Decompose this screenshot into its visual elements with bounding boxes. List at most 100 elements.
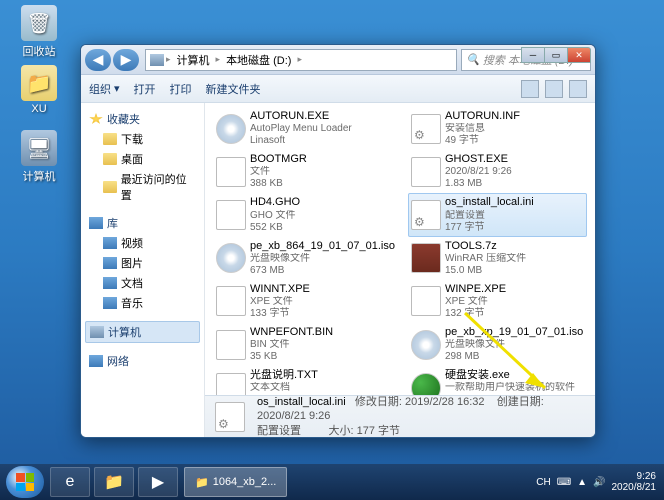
file-item[interactable]: HD4.GHO GHO 文件 552 KB bbox=[213, 193, 398, 236]
file-item[interactable]: AUTORUN.INF 安装信息 49 字节 bbox=[408, 107, 587, 150]
file-size: 133 字节 bbox=[250, 308, 395, 320]
nav-pictures[interactable]: 图片 bbox=[85, 253, 200, 273]
nav-network[interactable]: 网络 bbox=[85, 351, 200, 371]
file-desc: 配置设置 bbox=[445, 210, 584, 222]
taskbar-ie[interactable]: e bbox=[50, 467, 90, 497]
titlebar: ◀ ▶ ▸ 计算机 ▸ 本地磁盘 (D:) ▸ 🔍 搜索 本地磁盘 (D:) bbox=[81, 45, 595, 75]
file-item[interactable]: TOOLS.7z WinRAR 压缩文件 15.0 MB bbox=[408, 237, 587, 280]
file-desc: 一款帮助用户快速装机的软件 bbox=[445, 382, 584, 394]
file-size: 388 KB bbox=[250, 178, 395, 190]
file-desc: WinRAR 压缩文件 bbox=[445, 253, 584, 265]
file-size: 35 KB bbox=[250, 351, 395, 363]
desktop-computer[interactable]: 🖥 计算机 bbox=[14, 130, 64, 184]
file-size: 298 MB bbox=[445, 351, 584, 363]
maximize-button[interactable]: ▭ bbox=[544, 47, 568, 63]
nav-desktop[interactable]: 桌面 bbox=[85, 149, 200, 169]
taskbar: e 📁 ▶ 📁 1064_xb_2... CH ⌨ ▲ 🔊 9:26 2020/… bbox=[0, 464, 664, 500]
file-doc-icon bbox=[411, 157, 441, 187]
address-bar[interactable]: ▸ 计算机 ▸ 本地磁盘 (D:) ▸ bbox=[145, 49, 457, 71]
details-mod: 2019/2/28 16:32 bbox=[405, 396, 485, 408]
start-button[interactable] bbox=[6, 466, 44, 498]
breadcrumb-computer[interactable]: 计算机 bbox=[173, 52, 214, 68]
minimize-button[interactable]: ─ bbox=[521, 47, 545, 63]
preview-pane-button[interactable] bbox=[545, 80, 563, 98]
breadcrumb-drive[interactable]: 本地磁盘 (D:) bbox=[222, 52, 295, 68]
nav-music[interactable]: 音乐 bbox=[85, 293, 200, 313]
forward-button[interactable]: ▶ bbox=[113, 49, 139, 71]
file-item[interactable]: WINNT.XPE XPE 文件 133 字节 bbox=[213, 280, 398, 323]
file-disc-icon bbox=[216, 243, 246, 273]
clock-time: 9:26 bbox=[612, 471, 657, 482]
file-item[interactable]: AUTORUN.EXE AutoPlay Menu Loader Linasof… bbox=[213, 107, 398, 150]
tray-flag-icon[interactable]: ▲ bbox=[577, 477, 587, 488]
star-icon bbox=[89, 113, 103, 125]
music-icon bbox=[103, 297, 117, 309]
file-desc: XPE 文件 bbox=[250, 296, 395, 308]
taskbar-mediaplayer[interactable]: ▶ bbox=[138, 467, 178, 497]
file-name: 光盘说明.TXT bbox=[250, 369, 395, 382]
desktop-folder-xu[interactable]: 📁 XU bbox=[14, 65, 64, 115]
folder-icon bbox=[103, 153, 117, 165]
file-size: 11.5.47.1530 bbox=[445, 394, 584, 395]
file-name: WINPE.XPE bbox=[445, 283, 584, 296]
details-type: 配置设置 bbox=[257, 425, 301, 437]
nav-documents[interactable]: 文档 bbox=[85, 273, 200, 293]
file-doc-icon bbox=[216, 157, 246, 187]
file-item[interactable]: WNPEFONT.BIN BIN 文件 35 KB bbox=[213, 323, 398, 366]
taskbar-explorer[interactable]: 📁 bbox=[94, 467, 134, 497]
document-icon bbox=[103, 277, 117, 289]
help-button[interactable] bbox=[569, 80, 587, 98]
back-button[interactable]: ◀ bbox=[85, 49, 111, 71]
window-controls: ─ ▭ ✕ bbox=[522, 47, 591, 63]
chevron-down-icon: ▾ bbox=[114, 82, 120, 95]
file-icon bbox=[215, 402, 245, 432]
file-name: WINNT.XPE bbox=[250, 283, 395, 296]
nav-favorites[interactable]: 收藏夹 bbox=[85, 109, 200, 129]
file-size: 552 KB bbox=[250, 222, 395, 234]
file-size: 15.0 MB bbox=[445, 265, 584, 277]
file-item[interactable]: 光盘说明.TXT 文本文档 4.31 KB bbox=[213, 366, 398, 395]
view-options-button[interactable] bbox=[521, 80, 539, 98]
nav-computer[interactable]: 计算机 bbox=[85, 321, 200, 343]
file-size: 177 字节 bbox=[445, 222, 584, 234]
newfolder-button[interactable]: 新建文件夹 bbox=[206, 81, 261, 97]
clock-date: 2020/8/21 bbox=[612, 482, 657, 493]
file-item[interactable]: WINPE.XPE XPE 文件 132 字节 bbox=[408, 280, 587, 323]
nav-videos[interactable]: 视频 bbox=[85, 233, 200, 253]
tray-speaker-icon[interactable]: 🔊 bbox=[593, 477, 605, 488]
recycle-bin-icon: 🗑 bbox=[21, 5, 57, 41]
nav-downloads[interactable]: 下载 bbox=[85, 129, 200, 149]
library-icon bbox=[89, 217, 103, 229]
open-button[interactable]: 打开 bbox=[134, 81, 156, 97]
file-item[interactable]: pe_xb_864_19_01_07_01.iso 光盘映像文件 673 MB bbox=[213, 237, 398, 280]
file-item[interactable]: pe_xb_xp_19_01_07_01.iso 光盘映像文件 298 MB bbox=[408, 323, 587, 366]
file-size: 49 字节 bbox=[445, 135, 584, 147]
file-item[interactable]: os_install_local.ini 配置设置 177 字节 bbox=[408, 193, 587, 236]
computer-icon: 🖥 bbox=[21, 130, 57, 166]
file-size: 1.83 MB bbox=[445, 178, 584, 190]
file-desc: XPE 文件 bbox=[445, 296, 584, 308]
file-item[interactable]: BOOTMGR 文件 388 KB bbox=[213, 150, 398, 193]
file-rar-icon bbox=[411, 243, 441, 273]
organize-menu[interactable]: 组织 ▾ bbox=[89, 81, 120, 97]
file-item[interactable]: 硬盘安装.exe 一款帮助用户快速装机的软件 11.5.47.1530 bbox=[408, 366, 587, 395]
tray-lang[interactable]: CH bbox=[536, 477, 550, 488]
explorer-window: ─ ▭ ✕ ◀ ▶ ▸ 计算机 ▸ 本地磁盘 (D:) ▸ 🔍 搜索 本地磁盘 … bbox=[80, 44, 596, 438]
nav-libraries[interactable]: 库 bbox=[85, 213, 200, 233]
close-button[interactable]: ✕ bbox=[567, 47, 591, 63]
file-name: HD4.GHO bbox=[250, 196, 395, 209]
taskbar-task[interactable]: 📁 1064_xb_2... bbox=[184, 467, 287, 497]
tray-clock[interactable]: 9:26 2020/8/21 bbox=[612, 471, 659, 493]
details-mod-label: 修改日期: bbox=[355, 396, 402, 408]
file-doc-icon bbox=[216, 286, 246, 316]
details-create: 2020/8/21 9:26 bbox=[257, 410, 330, 422]
desktop-icon-label: XU bbox=[14, 103, 64, 115]
file-item[interactable]: GHOST.EXE 2020/8/21 9:26 1.83 MB bbox=[408, 150, 587, 193]
nav-recent[interactable]: 最近访问的位置 bbox=[85, 169, 200, 205]
desktop-recycle-bin[interactable]: 🗑 回收站 bbox=[14, 5, 64, 59]
file-size: Linasoft bbox=[250, 135, 395, 147]
file-disc-icon bbox=[216, 114, 246, 144]
tray-ime-icon[interactable]: ⌨ bbox=[557, 477, 571, 488]
print-button[interactable]: 打印 bbox=[170, 81, 192, 97]
file-doc-icon bbox=[216, 200, 246, 230]
